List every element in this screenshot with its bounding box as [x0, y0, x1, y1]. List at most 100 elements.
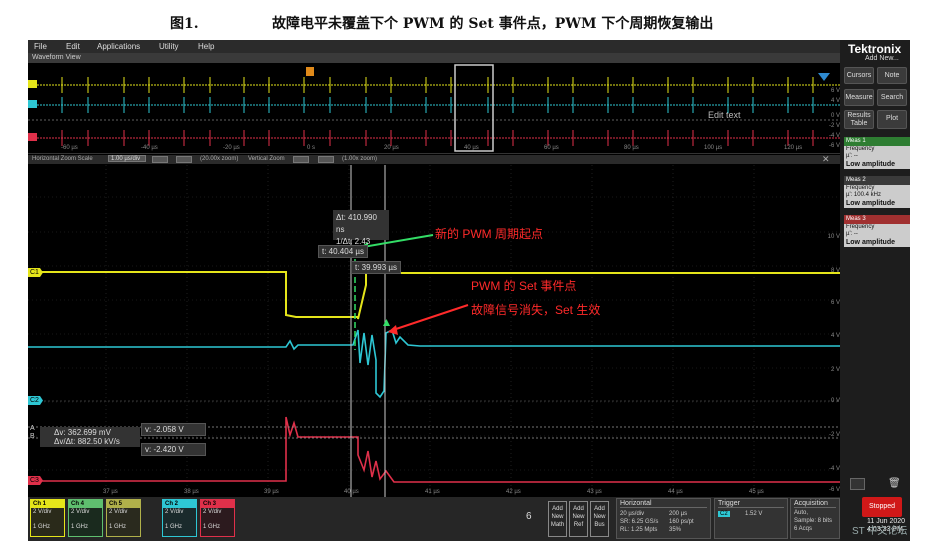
- vertical-zoom-in-button[interactable]: [293, 156, 309, 163]
- ov-volt-label: 4 V: [830, 98, 840, 104]
- horizontal-resolution: 160 ps/pt: [669, 519, 694, 525]
- zoom-in-button[interactable]: [152, 156, 168, 163]
- ch3-name: Ch 3: [201, 500, 234, 508]
- time-label: 44 µs: [668, 489, 683, 495]
- results-table-button[interactable]: Results Table: [844, 110, 874, 129]
- channel-count[interactable]: 6: [526, 511, 532, 522]
- ov-volt-label: -6 V: [828, 143, 840, 149]
- ov-volt-label: 6 V: [830, 88, 840, 94]
- ch3-badge[interactable]: Ch 3 2 V/div 1 GHz: [200, 499, 235, 537]
- ch5-name: Ch 5: [107, 500, 140, 508]
- volt-label: 4 V: [830, 333, 840, 339]
- ch2-scale: 2 V/div: [165, 509, 184, 515]
- zoom-icon[interactable]: [850, 478, 865, 490]
- overview-c3-tag: [28, 133, 37, 141]
- ch2-badge[interactable]: Ch 2 2 V/div 1 GHz: [162, 499, 197, 537]
- time-label: 39 µs: [264, 489, 279, 495]
- time-label: 40 µs: [344, 489, 359, 495]
- ov-time-label: 120 µs: [784, 145, 803, 151]
- new-pwm-start-label: 新的 PWM 周期起点: [435, 227, 543, 241]
- measure-button[interactable]: Measure: [844, 89, 874, 106]
- plot-button[interactable]: Plot: [877, 110, 907, 129]
- menu-applications[interactable]: Applications: [97, 42, 140, 51]
- waveform-overview[interactable]: Waveform View -60 µs -40 µs -20 µs 0 s 2…: [28, 53, 840, 154]
- meas3-badge[interactable]: Meas 3 Frequency µ': -- Low amplitude: [844, 215, 910, 247]
- ov-time-label: 40 µs: [464, 145, 479, 151]
- set-event-arrow: [392, 304, 469, 331]
- menu-utility[interactable]: Utility: [159, 42, 179, 51]
- ch2-name: Ch 2: [163, 500, 196, 508]
- volt-label: -6 V: [828, 487, 840, 493]
- ch5-badge[interactable]: Ch 5 2 V/div 1 GHz: [106, 499, 141, 537]
- trash-icon[interactable]: 🗑: [888, 478, 901, 489]
- delta-t: Δt: 410.990 ns: [336, 213, 377, 234]
- ch4-badge[interactable]: Ch 4 2 V/div 1 GHz: [68, 499, 103, 537]
- meas1-badge[interactable]: Meas 1 Frequency µ': -- Low amplitude: [844, 137, 910, 169]
- ov-time-label: -40 µs: [141, 145, 158, 151]
- meas2-badge[interactable]: Meas 2 Frequency µ': 100.4 kHz Low ampli…: [844, 176, 910, 208]
- ch1-badge[interactable]: Ch 1 2 V/div 1 GHz: [30, 499, 65, 537]
- ch3-scale: 2 V/div: [203, 509, 222, 515]
- volt-label: 8 V: [830, 268, 840, 274]
- time-label: 37 µs: [103, 489, 118, 495]
- time-label: 38 µs: [184, 489, 199, 495]
- overview-trigger-level-marker: [818, 73, 830, 81]
- c1-tag[interactable]: C1: [28, 268, 43, 277]
- trigger-marker: [306, 67, 314, 76]
- ov-time-label: -20 µs: [223, 145, 240, 151]
- vertical-zoom-factor: (1.00x zoom): [342, 156, 378, 162]
- horizontal-zoom-factor: (20.00x zoom): [200, 156, 239, 162]
- cursor-delta-readout: Δt: 410.990 ns 1/Δt: 2.43 MHz: [333, 210, 389, 258]
- cursor-b-time: t: 40.404 µs: [318, 245, 368, 258]
- menu-edit[interactable]: Edit: [66, 42, 80, 51]
- cursor-v2: v: -2.420 V: [141, 443, 206, 456]
- ov-time-label: 100 µs: [704, 145, 723, 151]
- acquisition-title: Acquisition: [794, 500, 836, 508]
- zoom-plot-area[interactable]: 新的 PWM 周期起点 PWM 的 Set 事件点 故障信号消失，Set 生效 …: [28, 165, 840, 497]
- volt-label: 2 V: [830, 367, 840, 373]
- close-zoom-icon[interactable]: ✕: [822, 154, 830, 165]
- menu-file[interactable]: File: [34, 42, 47, 51]
- run-stop-button[interactable]: Stopped: [862, 497, 902, 517]
- acquisition-sample: Sample: 8 bits: [794, 518, 833, 524]
- ch3-bandwidth: 1 GHz: [203, 524, 221, 530]
- zoom-out-button[interactable]: [176, 156, 192, 163]
- meas1-header: Meas 1: [844, 137, 910, 146]
- cursors-button[interactable]: Cursors: [844, 67, 874, 84]
- add-ref-button[interactable]: Add New Ref: [569, 501, 588, 537]
- horizontal-position: 200 µs: [669, 511, 688, 517]
- search-button[interactable]: Search: [877, 89, 907, 106]
- menu-help[interactable]: Help: [198, 42, 214, 51]
- meas2-value: Low amplitude: [846, 200, 895, 207]
- ch1-name: Ch 1: [31, 500, 64, 508]
- vertical-zoom-out-button[interactable]: [318, 156, 334, 163]
- cursor-a-tag: A: [30, 425, 35, 432]
- add-bus-button[interactable]: Add New Bus: [590, 501, 609, 537]
- c2-tag[interactable]: C2: [28, 396, 43, 405]
- meas1-value: Low amplitude: [846, 161, 895, 168]
- trigger-title: Trigger: [718, 500, 784, 508]
- note-button[interactable]: Note: [877, 67, 907, 84]
- ov-time-label: -60 µs: [61, 145, 78, 151]
- meas2-header: Meas 2: [844, 176, 910, 185]
- meas2-mean: µ': 100.4 kHz: [846, 192, 881, 198]
- meas3-name: Frequency: [846, 224, 875, 230]
- horizontal-zoom-value[interactable]: 1.00 µs/div: [108, 155, 146, 162]
- c3-tag[interactable]: C3: [28, 476, 43, 485]
- trigger-badge[interactable]: Trigger C2 1.52 V: [714, 498, 788, 539]
- vertical-zoom-label: Vertical Zoom: [248, 156, 285, 162]
- set-event-label: PWM 的 Set 事件点: [471, 279, 577, 293]
- acquisition-badge[interactable]: Acquisition Auto, Sample: 8 bits 6 Acqs: [790, 498, 840, 539]
- ov-time-label: 0 s: [307, 145, 316, 151]
- ov-volt-label: -4 V: [828, 133, 840, 139]
- volt-label: 10 V: [827, 234, 840, 240]
- horizontal-badge[interactable]: Horizontal 20 µs/div SR: 6.25 GS/s RL: 1…: [616, 498, 711, 539]
- overview-c2-tag: [28, 100, 37, 108]
- edit-text-label[interactable]: Edit text: [708, 110, 741, 120]
- meas3-mean: µ': --: [846, 231, 858, 237]
- ch4-name: Ch 4: [69, 500, 102, 508]
- ch5-scale: 2 V/div: [109, 509, 128, 515]
- menu-bar: File Edit Applications Utility Help: [28, 40, 840, 53]
- add-math-button[interactable]: Add New Math: [548, 501, 567, 537]
- delta-v: Δv: 362.699 mV: [54, 428, 111, 437]
